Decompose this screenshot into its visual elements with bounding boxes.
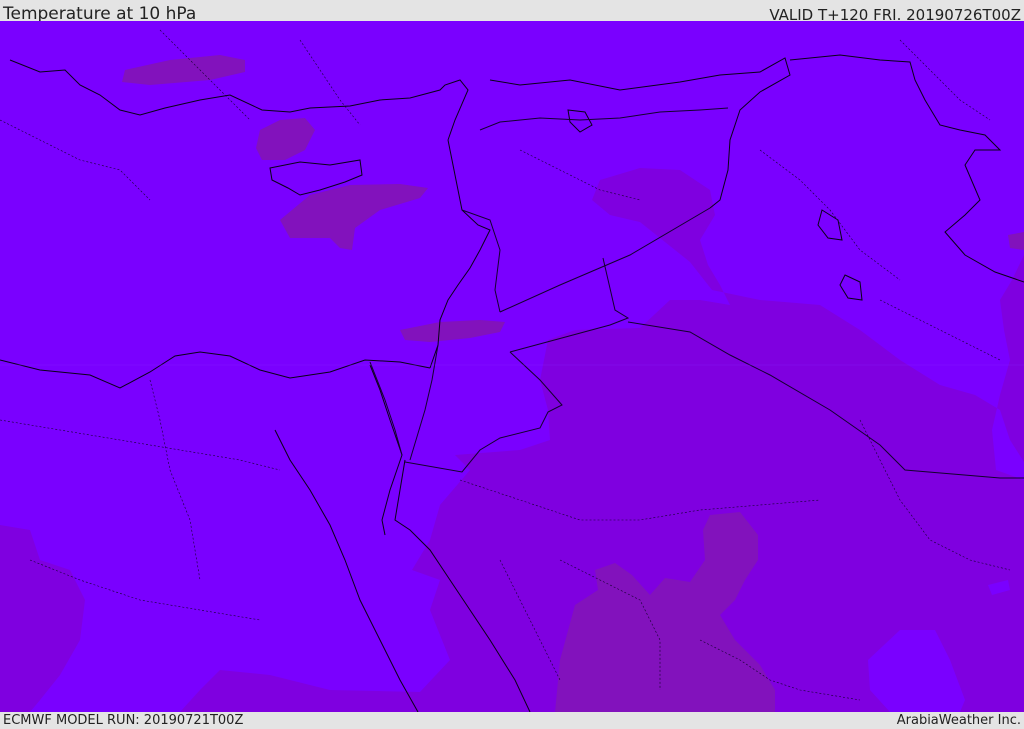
syria-turkey-border (479, 107, 729, 131)
model-run-label: ECMWF MODEL RUN: 20190721T00Z (3, 713, 244, 728)
temperature-band-mid-west (0, 525, 85, 712)
israel-jordan-border (409, 344, 439, 461)
map-canvas (0, 29, 1024, 712)
temperature-band-dark-anatolia (122, 55, 245, 85)
province-border (879, 299, 1001, 361)
province-border (899, 39, 991, 121)
lake-east (839, 274, 863, 301)
caspian-coast (789, 54, 1024, 283)
syria-lebanon-border (461, 209, 501, 313)
province-border (0, 419, 281, 471)
temperature-band-dark-levant (400, 320, 505, 342)
weather-map (0, 21, 1024, 712)
footer-bar: ECMWF MODEL RUN: 20190721T00Z ArabiaWeat… (0, 712, 1024, 729)
egypt-north-coast (0, 351, 431, 389)
temperature-bands (0, 55, 1024, 712)
credit-label: ArabiaWeather Inc. (896, 713, 1021, 728)
temperature-band-dark-turkey (256, 118, 315, 160)
province-border (149, 379, 201, 581)
temperature-band-dark-cyprus (280, 184, 428, 250)
province-border (299, 39, 361, 126)
header-bar: Temperature at 10 hPa VALID T+120 FRI. 2… (0, 0, 1024, 24)
temperature-band-dark-caspian (1008, 232, 1024, 250)
province-border (0, 119, 151, 201)
lake-van (567, 109, 593, 133)
lake-urmia (817, 209, 843, 241)
